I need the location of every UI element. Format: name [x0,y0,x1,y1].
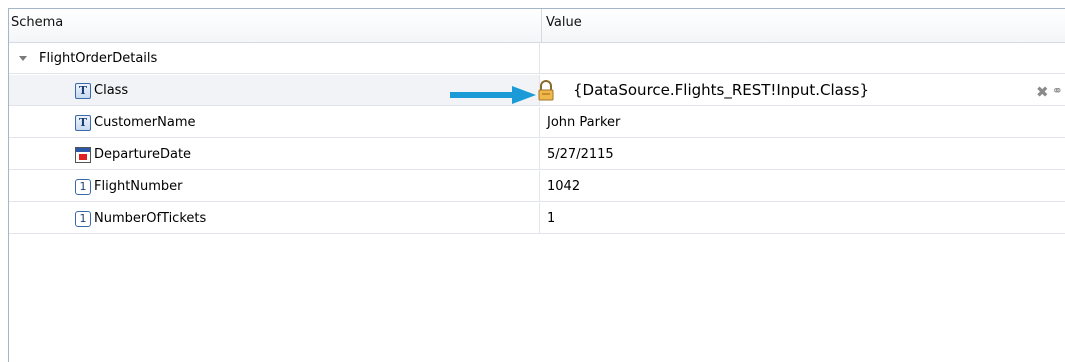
value-cell[interactable]: 1 [540,203,1065,234]
field-value[interactable]: 5/27/2115 [547,147,614,162]
field-value[interactable]: {DataSource.Flights_REST!Input.Class} [573,81,869,99]
text-type-icon: T [75,114,91,131]
value-cell[interactable] [540,43,1065,74]
value-column-header[interactable]: Value [540,9,1065,42]
calendar-icon [75,146,91,163]
table-row[interactable]: 1 FlightNumber 1042 [9,171,1065,202]
lock-icon [538,80,554,101]
field-name: DepartureDate [94,147,192,162]
collapse-arrow-icon[interactable] [19,56,27,61]
field-value[interactable]: John Parker [547,115,620,130]
schema-column-header[interactable]: Schema [9,9,542,42]
text-type-icon: T [75,82,91,99]
tree-row-flightorderdetails[interactable]: FlightOrderDetails [9,43,1065,74]
value-cell[interactable]: 1042 [540,171,1065,202]
value-cell[interactable]: {DataSource.Flights_REST!Input.Class} [540,75,1065,106]
table-row[interactable]: DepartureDate 5/27/2115 [9,139,1065,170]
field-name: CustomerName [94,115,196,130]
field-name: NumberOfTickets [94,211,207,226]
number-type-icon: 1 [75,210,91,227]
field-value[interactable]: 1 [547,211,555,226]
field-name: FlightNumber [94,179,183,194]
annotation-arrow-icon [450,86,536,104]
field-value[interactable]: 1042 [547,179,580,194]
tree-node-label: FlightOrderDetails [39,51,158,66]
remove-icon[interactable]: ✖ [1036,83,1049,101]
link-icon[interactable]: ⚭ [1052,84,1063,99]
table-row[interactable]: 1 NumberOfTickets 1 [9,203,1065,234]
schema-value-grid: Schema Value FlightOrderDetails T Class {… [8,8,1065,362]
grid-header: Schema Value [9,9,1065,43]
value-cell[interactable]: 5/27/2115 [540,139,1065,170]
field-name: Class [94,83,129,98]
table-row[interactable]: T CustomerName John Parker [9,107,1065,138]
number-type-icon: 1 [75,178,91,195]
value-cell[interactable]: John Parker [540,107,1065,138]
